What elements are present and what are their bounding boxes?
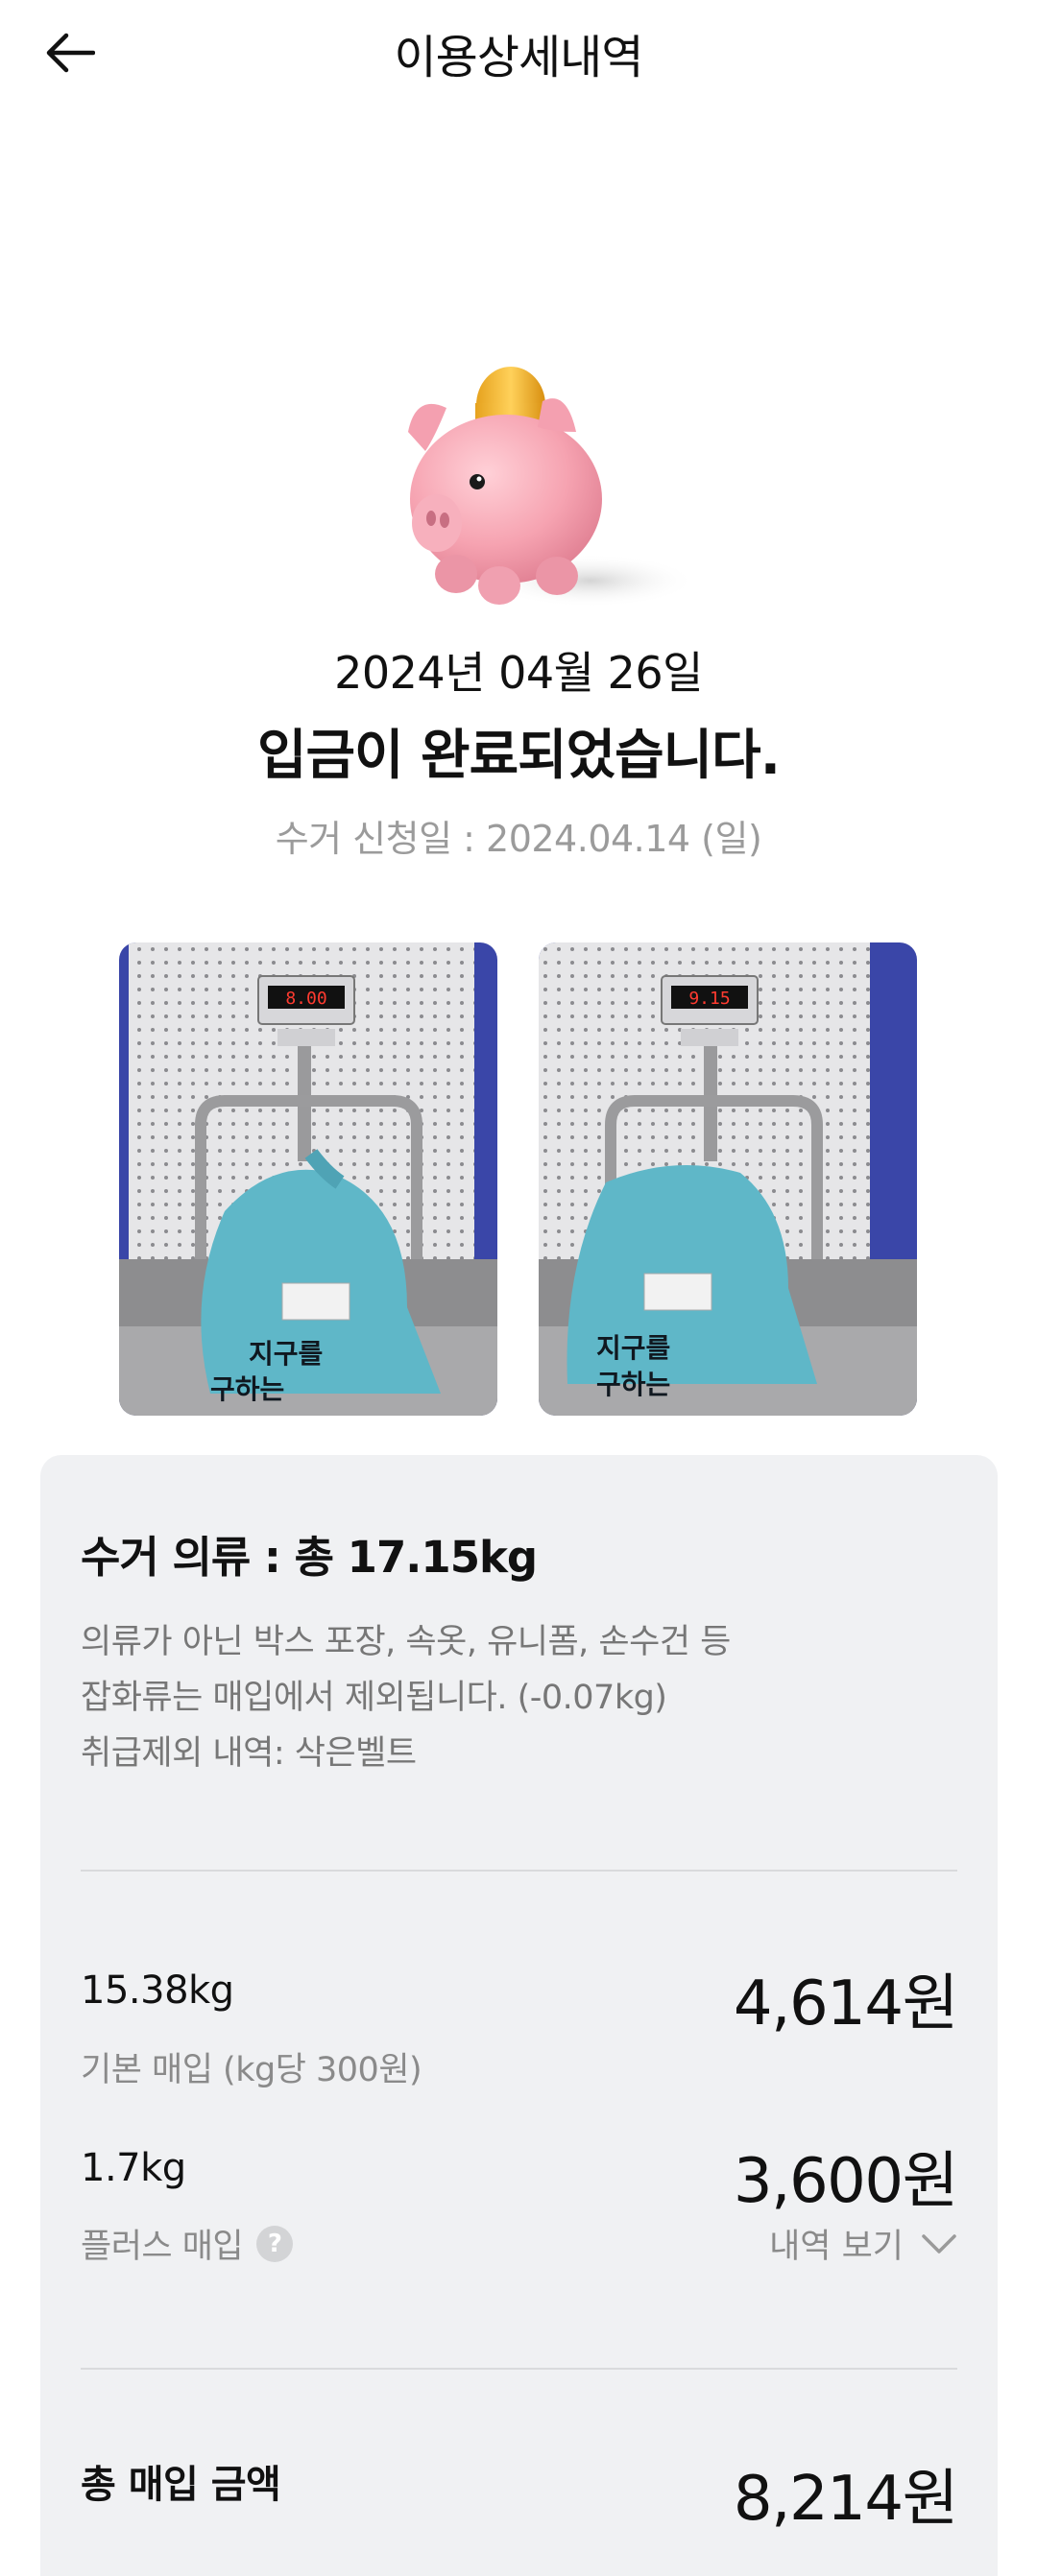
- scale-photo-1[interactable]: 8.00 지구를 구하는: [119, 942, 497, 1416]
- view-details-link[interactable]: 내역 보기: [769, 2219, 957, 2268]
- view-details-label: 내역 보기: [769, 2228, 904, 2266]
- plus-label: 플러스 매입 ?: [81, 2219, 294, 2268]
- note-line: 의류가 아닌 박스 포장, 속옷, 유니폼, 손수건 등: [81, 1623, 731, 1661]
- scale-photo-image: 9.15 지구를 구하는: [539, 942, 917, 1416]
- hero-illustration: [0, 346, 1037, 624]
- plus-amount: 3,600원: [733, 2146, 959, 2217]
- divider: [81, 1870, 957, 1872]
- note-line: 잡화류는 매입에서 제외됩니다. (-0.07kg): [81, 1679, 667, 1717]
- total-amount: 8,214원: [733, 2464, 959, 2535]
- page-title: 이용상세내역: [394, 31, 644, 84]
- piggy-bank-icon: [408, 367, 687, 608]
- basic-weight: 15.38kg: [81, 1968, 234, 2013]
- divider: [81, 2368, 957, 2370]
- total-label: 총 매입 금액: [81, 2463, 281, 2507]
- exclusion-notes: 의류가 아닌 박스 포장, 속옷, 유니폼, 손수건 등 잡화류는 매입에서 제…: [81, 1614, 945, 1781]
- basic-label-text: 기본 매입 (kg당 300원): [81, 2051, 422, 2089]
- summary-title: 수거 의류 : 총 17.15kg: [81, 1532, 538, 1583]
- chevron-down-icon: [922, 2233, 956, 2254]
- scale-photo-2[interactable]: 9.15 지구를 구하는: [539, 942, 917, 1416]
- app-header: 이용상세내역: [0, 0, 1037, 96]
- plus-weight: 1.7kg: [81, 2146, 186, 2190]
- plus-label-text: 플러스 매입: [81, 2228, 244, 2266]
- scale-reading: 9.15: [688, 989, 730, 1009]
- bag-text: 지구를: [596, 1332, 670, 1364]
- note-line: 취급제외 내역: 삭은벨트: [81, 1734, 417, 1773]
- basic-label: 기본 매입 (kg당 300원): [81, 2042, 422, 2091]
- basic-amount: 4,614원: [733, 1968, 959, 2039]
- bag-text: 지구를: [249, 1338, 323, 1370]
- scale-photo-image: 8.00 지구를 구하는: [119, 942, 497, 1416]
- purchase-summary-card: 수거 의류 : 총 17.15kg 의류가 아닌 박스 포장, 속옷, 유니폼,…: [40, 1455, 998, 2576]
- svg-text:구하는: 구하는: [210, 1373, 284, 1405]
- request-date: 수거 신청일 : 2024.04.14 (일): [275, 818, 762, 860]
- help-icon[interactable]: ?: [256, 2225, 294, 2262]
- svg-text:구하는: 구하는: [596, 1369, 670, 1400]
- deposit-complete-message: 입금이 완료되었습니다.: [257, 725, 781, 787]
- scale-reading: 8.00: [285, 989, 326, 1009]
- deposit-date: 2024년 04월 26일: [334, 647, 703, 699]
